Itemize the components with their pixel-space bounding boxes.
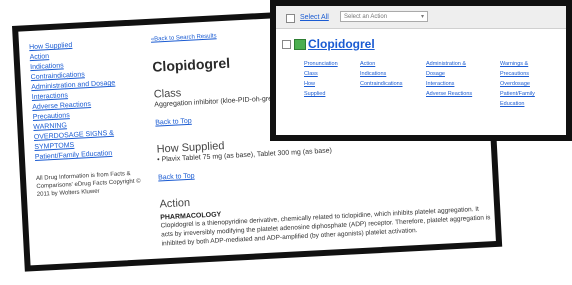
result-section-link[interactable]: Contraindications [360,81,403,87]
back-to-top-link[interactable]: Back to Top [158,173,195,182]
result-section-link[interactable]: Pronunciation [304,61,338,67]
search-results-screenshot: Select All Select an Action ▾ Clopidogre… [270,0,572,141]
result-section-link[interactable]: Precautions [500,71,529,77]
result-section-link[interactable]: Administration & [426,61,466,67]
drug-document-icon [294,39,306,50]
result-section-link[interactable]: How [304,81,315,87]
result-section-link[interactable]: Supplied [304,91,325,97]
result-section-link[interactable]: Interactions [426,81,454,87]
back-to-top-link[interactable]: Back to Top [155,118,192,127]
result-section-link[interactable]: Education [500,101,524,107]
result-section-link[interactable]: Indications [360,71,386,77]
result-section-link[interactable]: Class [304,71,318,77]
result-section-link[interactable]: Adverse Reactions [426,91,472,97]
chevron-down-icon: ▾ [420,14,424,20]
action-select[interactable]: Select an Action ▾ [340,11,428,22]
result-checkbox[interactable] [282,40,291,49]
result-title-link[interactable]: Clopidogrel [308,37,375,51]
copyright-note: All Drug Information is from Facts & Com… [35,170,141,198]
select-all-link[interactable]: Select All [300,14,329,21]
results-toolbar: Select All Select an Action ▾ [276,6,566,29]
result-section-link[interactable]: Warnings & [500,61,528,67]
select-all-checkbox[interactable] [286,14,295,23]
result-section-link[interactable]: Overdosage [500,81,530,87]
result-section-link[interactable]: Patient/Family [500,91,535,97]
result-section-link[interactable]: Action [360,61,375,67]
section-nav: How Supplied Action Indications Contraindic… [29,37,155,199]
result-section-link[interactable]: Dosage [426,71,445,77]
action-select-value: Select an Action [344,14,388,20]
